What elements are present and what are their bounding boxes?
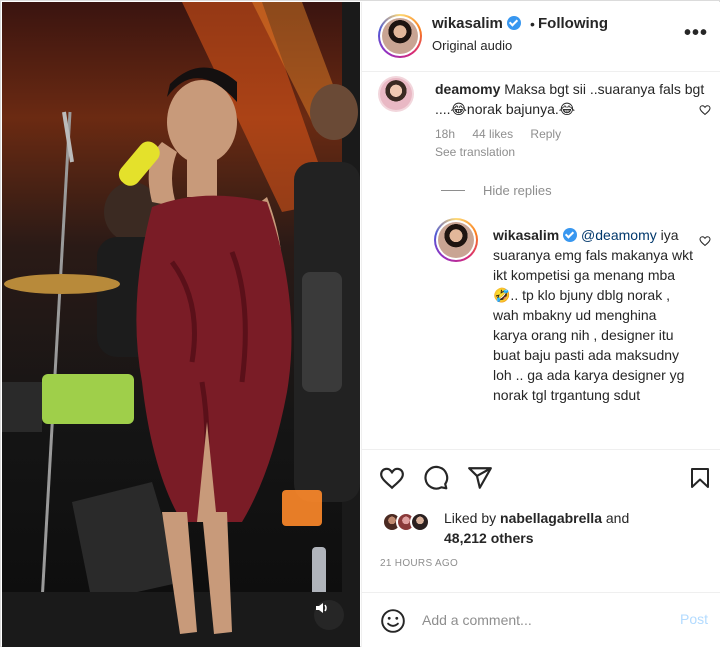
emoji-icon[interactable] [380,608,406,634]
bookmark-icon [691,468,709,488]
hide-replies-line [441,190,465,191]
comment-icon [424,465,449,490]
action-bar [362,462,720,498]
post-timestamp[interactable]: 21 HOURS AGO [380,558,458,569]
author-avatar[interactable] [378,14,422,58]
reply-text: iya suaranya emg fals makanya wkt ikt ko… [493,227,693,403]
comment-button[interactable] [420,462,452,494]
liked-by-user[interactable]: nabellagabrella [500,510,602,526]
reply-item: wikasalim @deamomy iya suaranya emg fals… [493,225,693,405]
post-media[interactable] [2,2,360,647]
comment-bar: Post [362,592,720,647]
reply-mention[interactable]: @deamomy [581,227,657,243]
verified-badge-icon [563,228,578,242]
instagram-post-frame: wikasalim • Following Original audio •••… [0,0,720,647]
commenter-avatar[interactable] [378,76,414,112]
post-side-panel: wikasalim • Following Original audio •••… [361,2,720,647]
author-username[interactable]: wikasalim [432,15,521,32]
heart-icon [380,467,404,490]
comment-likes[interactable]: 44 likes [472,127,513,141]
liked-by-avatars[interactable] [382,512,442,532]
reply-username[interactable]: wikasalim [493,227,559,243]
comment-username[interactable]: deamomy [435,81,500,97]
hide-replies-label[interactable]: Hide replies [483,183,552,198]
audio-label[interactable]: Original audio [432,38,512,53]
verified-badge-icon [506,16,521,30]
liked-by-text: Liked by nabellagabrella and [444,510,629,526]
comment-like-heart-icon[interactable] [699,104,711,116]
comment-item: deamomy Maksa bgt sii ..suaranya fals bg… [435,79,705,119]
comment-meta: 18h 44 likes Reply [435,127,575,141]
hide-replies-toggle[interactable]: Hide replies [441,183,552,198]
post-comment-button[interactable]: Post [680,611,708,627]
liked-by-others-count[interactable]: 48,212 others [444,530,534,546]
comment-input[interactable] [422,608,652,632]
comment-time[interactable]: 18h [435,127,455,141]
share-button[interactable] [464,462,496,494]
liker-avatar [410,512,430,532]
comment-reply-button[interactable]: Reply [530,127,561,141]
liked-by-prefix: Liked by [444,510,497,526]
sound-icon [316,603,327,613]
reply-body: wikasalim @deamomy iya suaranya emg fals… [493,225,693,405]
header-separator: • [530,16,535,32]
share-icon [468,467,492,489]
more-options-icon[interactable]: ••• [684,22,708,45]
liked-by-others[interactable]: 48,212 others [444,530,534,546]
post-header: wikasalim • Following Original audio ••• [362,2,720,72]
concert-photo [2,2,360,647]
see-translation-link[interactable]: See translation [435,145,515,159]
comment-body: deamomy Maksa bgt sii ..suaranya fals bg… [435,79,705,119]
reply-like-heart-icon[interactable] [699,235,711,247]
reply-author-avatar[interactable] [434,218,478,262]
author-username-text[interactable]: wikasalim [432,15,503,32]
section-divider [362,449,720,450]
following-button[interactable]: Following [538,15,608,32]
sound-toggle-button[interactable] [314,600,344,630]
save-button[interactable] [684,462,716,494]
like-button[interactable] [376,462,408,494]
liked-by-and: and [605,510,630,526]
